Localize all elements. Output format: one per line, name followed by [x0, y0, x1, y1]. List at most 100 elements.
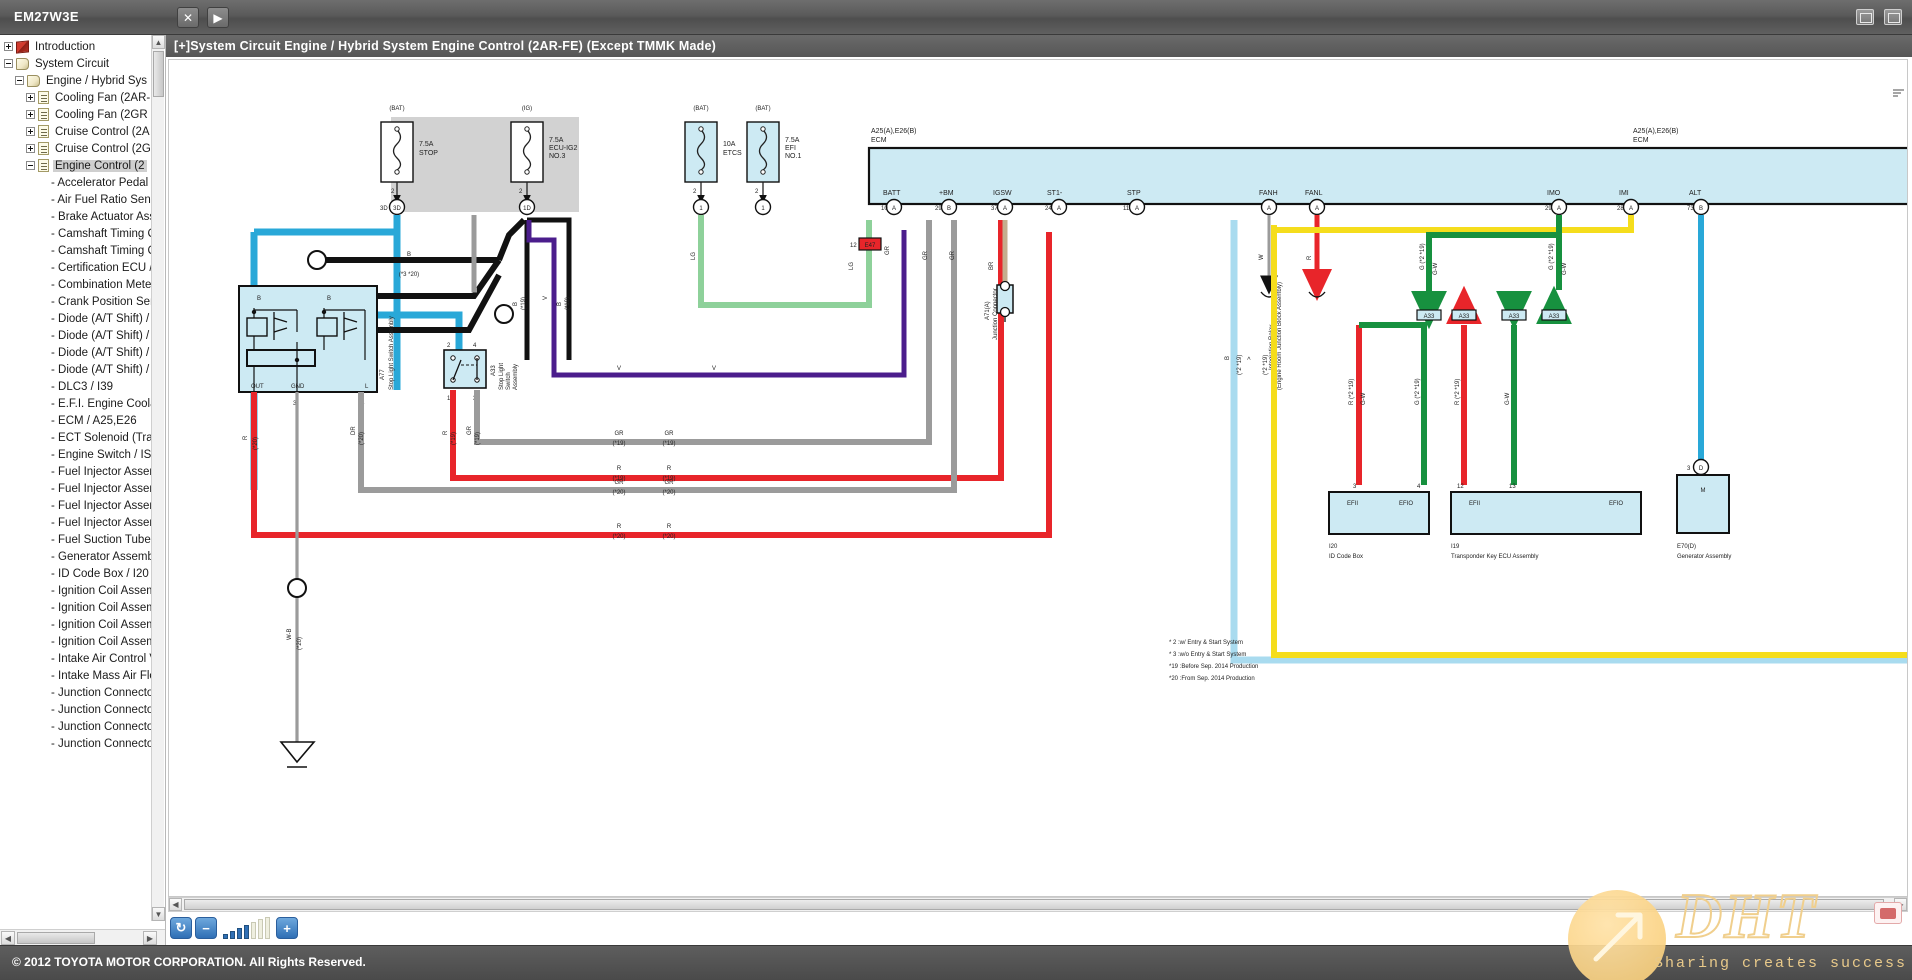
- tree-node[interactable]: - Ignition Coil Assem: [0, 633, 152, 650]
- spacer-icon: [37, 450, 46, 459]
- zoom-step-7[interactable]: [265, 917, 270, 939]
- tree-node[interactable]: - Engine Switch / IS: [0, 446, 152, 463]
- tree-node[interactable]: - Generator Assembl: [0, 548, 152, 565]
- canvas-scroll-up-icon[interactable]: [1892, 86, 1905, 99]
- tree-node-label: - Diode (A/T Shift) /: [51, 346, 150, 359]
- svg-text:(*20): (*20): [297, 637, 303, 650]
- sidebar-horizontal-scrollbar[interactable]: ◀ ▶: [0, 929, 165, 945]
- tree-node[interactable]: - Junction Connector: [0, 718, 152, 735]
- svg-text:(BAT): (BAT): [755, 106, 770, 112]
- tree-node[interactable]: - Intake Air Control V: [0, 650, 152, 667]
- tree-node[interactable]: - Fuel Injector Asser: [0, 463, 152, 480]
- tree-node[interactable]: - ID Code Box / I20: [0, 565, 152, 582]
- tree-node[interactable]: - Combination Meter: [0, 276, 152, 293]
- tree-node[interactable]: Cooling Fan (2GR: [0, 106, 152, 123]
- zoom-step-6[interactable]: [258, 919, 263, 939]
- tree-node[interactable]: - Camshaft Timing C: [0, 242, 152, 259]
- svg-text:>: >: [1247, 356, 1253, 360]
- sidebar-vertical-scrollbar[interactable]: ▲ ▼: [151, 35, 165, 921]
- zoom-step-5[interactable]: [251, 922, 256, 939]
- expand-icon[interactable]: [26, 110, 35, 119]
- tree-node[interactable]: - Junction Connector: [0, 701, 152, 718]
- svg-text:12: 12: [850, 243, 857, 249]
- tree-node[interactable]: - Diode (A/T Shift) /: [0, 361, 152, 378]
- zoom-level-slider[interactable]: [220, 917, 273, 939]
- sidebar-horizontal-scroll-thumb[interactable]: [17, 932, 95, 944]
- tree-node[interactable]: - ECM / A25,E26: [0, 412, 152, 429]
- tree-node[interactable]: - Diode (A/T Shift) /: [0, 327, 152, 344]
- zoom-step-1[interactable]: [223, 934, 228, 939]
- collapse-icon[interactable]: [15, 76, 24, 85]
- canvas-scroll-left-button[interactable]: ◀: [169, 898, 182, 911]
- export-icon[interactable]: [1884, 9, 1902, 25]
- tree-node[interactable]: - Fuel Suction Tube /: [0, 531, 152, 548]
- tree-node[interactable]: - Brake Actuator Ass: [0, 208, 152, 225]
- tree-node[interactable]: Cooling Fan (2AR-: [0, 89, 152, 106]
- next-tab-button[interactable]: ▶: [207, 7, 229, 28]
- zoom-step-4[interactable]: [244, 925, 249, 939]
- tree-node[interactable]: Introduction: [0, 38, 152, 55]
- tree-node[interactable]: - Crank Position Sen: [0, 293, 152, 310]
- tree-node[interactable]: - Junction Connector: [0, 684, 152, 701]
- sidebar-scroll-up-button[interactable]: ▲: [152, 35, 165, 49]
- svg-text:A71(A): A71(A): [985, 301, 991, 320]
- tree-node[interactable]: - ECT Solenoid (Tran: [0, 429, 152, 446]
- expand-icon[interactable]: [4, 42, 13, 51]
- tree-node[interactable]: - Fuel Injector Asser: [0, 514, 152, 531]
- svg-text:STP: STP: [1127, 190, 1141, 197]
- tree-node[interactable]: - Air Fuel Ratio Sens: [0, 191, 152, 208]
- expand-icon[interactable]: [26, 93, 35, 102]
- sidebar-scroll-left-button[interactable]: ◀: [1, 931, 15, 945]
- diagram-canvas[interactable]: (BAT) 7.5A STOP 2 3D 3D (IG) 7.5A ECU-IG…: [168, 59, 1908, 897]
- svg-text:G-W: G-W: [1505, 392, 1511, 405]
- tree-node[interactable]: - Diode (A/T Shift) /: [0, 344, 152, 361]
- collapse-icon[interactable]: [4, 59, 13, 68]
- sidebar-scroll-down-button[interactable]: ▼: [152, 907, 165, 921]
- tree-node[interactable]: Engine / Hybrid Sys: [0, 72, 152, 89]
- refresh-button[interactable]: ↻: [170, 917, 192, 939]
- tree-node[interactable]: - Ignition Coil Assem: [0, 599, 152, 616]
- print-icon[interactable]: [1856, 9, 1874, 25]
- svg-text:GR: GR: [885, 245, 891, 255]
- tree-node[interactable]: - DLC3 / I39: [0, 378, 152, 395]
- navigation-tree[interactable]: Introduction System Circuit Engine / Hybri…: [0, 35, 152, 921]
- canvas-horizontal-scroll-thumb[interactable]: [184, 899, 1884, 910]
- tree-node[interactable]: Cruise Control (2G: [0, 140, 152, 157]
- spacer-icon: [37, 586, 46, 595]
- zoom-out-button[interactable]: −: [195, 917, 217, 939]
- tree-node[interactable]: - Camshaft Timing C: [0, 225, 152, 242]
- tree-node[interactable]: - E.F.I. Engine Coola: [0, 395, 152, 412]
- svg-text:Transponder Key ECU Assembly: Transponder Key ECU Assembly: [1451, 554, 1538, 560]
- document-tab-label[interactable]: EM27W3E: [14, 9, 79, 24]
- svg-text:FANL: FANL: [1305, 190, 1323, 197]
- chat-icon[interactable]: [1874, 902, 1902, 924]
- tree-node[interactable]: System Circuit: [0, 55, 152, 72]
- tree-node[interactable]: - Ignition Coil Assem: [0, 616, 152, 633]
- diagram-footnote: *20 :From Sep. 2014 Production: [1169, 676, 1255, 682]
- tree-node[interactable]: - Junction Connector: [0, 735, 152, 752]
- close-tab-button[interactable]: ✕: [177, 7, 199, 28]
- expand-icon[interactable]: [26, 127, 35, 136]
- sidebar-vertical-scroll-thumb[interactable]: [153, 51, 164, 97]
- title-bar: EM27W3E ✕ ▶: [0, 0, 1912, 35]
- zoom-step-2[interactable]: [230, 931, 235, 939]
- tree-node[interactable]: - Certification ECU /: [0, 259, 152, 276]
- tree-node-label: - DLC3 / I39: [51, 380, 113, 393]
- expand-icon[interactable]: [26, 144, 35, 153]
- tree-node[interactable]: Engine Control (2: [0, 157, 152, 174]
- tree-node[interactable]: - Fuel Injector Asser: [0, 497, 152, 514]
- spacer-icon: [37, 178, 46, 187]
- canvas-horizontal-scrollbar[interactable]: ◀ ▶: [168, 897, 1908, 912]
- sidebar-scroll-right-button[interactable]: ▶: [143, 931, 157, 945]
- tree-node[interactable]: - Intake Mass Air Flo: [0, 667, 152, 684]
- svg-text:GR: GR: [615, 480, 625, 486]
- tree-node[interactable]: - Diode (A/T Shift) /: [0, 310, 152, 327]
- collapse-icon[interactable]: [26, 161, 35, 170]
- tree-node[interactable]: - Ignition Coil Assem: [0, 582, 152, 599]
- tree-node[interactable]: - Fuel Injector Asser: [0, 480, 152, 497]
- zoom-step-3[interactable]: [237, 928, 242, 939]
- spacer-icon: [37, 212, 46, 221]
- zoom-in-button[interactable]: +: [276, 917, 298, 939]
- tree-node[interactable]: - Accelerator Pedal S: [0, 174, 152, 191]
- tree-node[interactable]: Cruise Control (2A: [0, 123, 152, 140]
